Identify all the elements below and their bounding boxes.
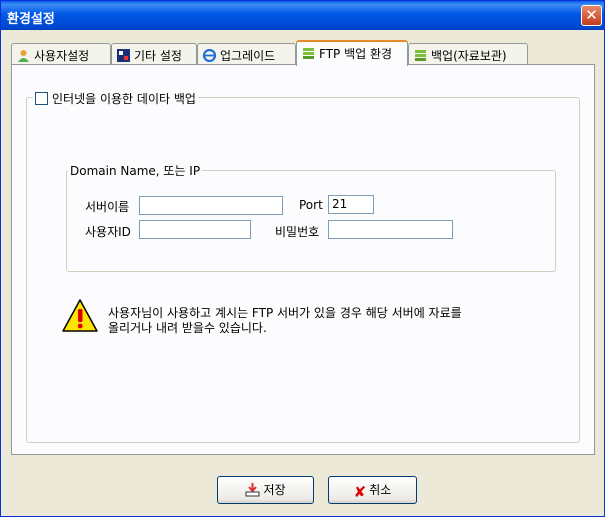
user-id-label: 사용자ID	[85, 225, 131, 239]
settings-dialog: 환경설정 ✕ 사용자설정 기타 설정 업그레이드 FTP 백업 환경 백업(자료…	[0, 0, 605, 517]
save-icon	[245, 483, 260, 497]
tab-label: 기타 설정	[134, 49, 182, 63]
tab-backup-storage[interactable]: 백업(자료보관)	[408, 43, 528, 65]
cancel-x-icon: ✘	[353, 483, 367, 501]
password-input[interactable]	[328, 220, 453, 239]
tab-label: 사용자설정	[34, 49, 90, 63]
save-button[interactable]: 저장	[217, 476, 314, 504]
tab-other-settings[interactable]: 기타 설정	[111, 43, 197, 65]
tab-panel: 인터넷을 이용한 데이타 백업 Domain Name, 또는 IP 서버이름 …	[11, 64, 595, 455]
tab-label: 업그레이드	[220, 49, 276, 63]
tab-user-settings[interactable]: 사용자설정	[11, 43, 111, 65]
internet-backup-label: 인터넷을 이용한 데이타 백업	[52, 92, 196, 106]
save-label: 저장	[263, 483, 286, 497]
checkbox-box[interactable]	[35, 92, 48, 105]
cancel-label: 취소	[369, 483, 392, 497]
ie-icon	[203, 49, 216, 62]
password-label: 비밀번호	[275, 225, 320, 239]
domain-group-title: Domain Name, 또는 IP	[68, 162, 203, 179]
user-icon	[18, 50, 29, 62]
server-name-label: 서버이름	[85, 200, 130, 214]
port-label: Port	[299, 198, 323, 212]
notice-line2: 올리거나 내려 받을수 있습니다.	[108, 321, 267, 335]
ftp-server-icon	[303, 48, 314, 59]
close-icon: ✕	[585, 6, 598, 24]
window-title: 환경설정	[7, 12, 55, 27]
tab-label: 백업(자료보관)	[431, 49, 507, 63]
port-input[interactable]: 21	[328, 195, 374, 214]
user-id-input[interactable]	[139, 220, 251, 239]
warning-icon	[62, 299, 98, 332]
tab-label: FTP 백업 환경	[319, 47, 393, 61]
settings-icon	[117, 49, 130, 62]
server-name-input[interactable]	[139, 196, 283, 215]
close-button[interactable]: ✕	[581, 5, 602, 26]
tab-ftp-backup[interactable]: FTP 백업 환경	[296, 40, 408, 66]
backup-icon	[415, 50, 426, 61]
cancel-button[interactable]: ✘ 취소	[328, 476, 417, 504]
tab-upgrade[interactable]: 업그레이드	[197, 43, 296, 65]
title-bar: 환경설정 ✕	[1, 1, 604, 30]
internet-backup-checkbox[interactable]: 인터넷을 이용한 데이타 백업	[33, 90, 198, 107]
